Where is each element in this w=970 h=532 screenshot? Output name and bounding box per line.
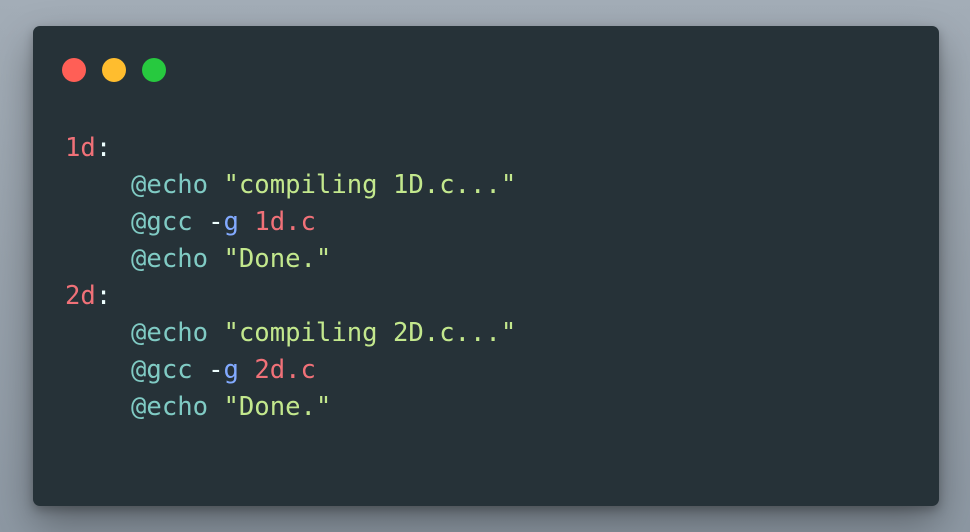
command-keyword: @gcc bbox=[131, 355, 193, 385]
flag-letter: g bbox=[223, 207, 239, 237]
target-colon: : bbox=[95, 133, 112, 163]
make-target: 1d bbox=[65, 133, 96, 163]
minimize-button[interactable] bbox=[102, 58, 126, 82]
close-button[interactable] bbox=[62, 58, 86, 82]
command-keyword: @echo bbox=[131, 170, 209, 200]
string-literal: "Done." bbox=[223, 392, 332, 422]
code-line: @echo "compiling 1D.c..." bbox=[65, 167, 516, 204]
code-line: @gcc -g 2d.c bbox=[65, 352, 516, 389]
code-line: 1d: bbox=[65, 130, 516, 167]
string-literal: "compiling 2D.c..." bbox=[223, 318, 517, 348]
window-titlebar bbox=[33, 26, 939, 96]
string-literal: "compiling 1D.c..." bbox=[223, 170, 517, 200]
string-literal: "Done." bbox=[223, 244, 332, 274]
code-line: @echo "Done." bbox=[65, 389, 516, 426]
command-keyword: @echo bbox=[131, 244, 209, 274]
target-colon: : bbox=[95, 281, 112, 311]
code-line: @echo "compiling 2D.c..." bbox=[65, 315, 516, 352]
command-keyword: @gcc bbox=[131, 207, 193, 237]
flag-letter: g bbox=[223, 355, 239, 385]
flag-dash: - bbox=[208, 355, 224, 385]
code-line: 2d: bbox=[65, 278, 516, 315]
code-block: 1d: @echo "compiling 1D.c..." @gcc -g 1d.c… bbox=[65, 130, 516, 426]
code-window: 1d: @echo "compiling 1D.c..." @gcc -g 1d.c… bbox=[33, 26, 939, 506]
flag-dash: - bbox=[208, 207, 224, 237]
code-line: @echo "Done." bbox=[65, 241, 516, 278]
make-target: 2d bbox=[65, 281, 96, 311]
maximize-button[interactable] bbox=[142, 58, 166, 82]
source-file: 1d.c bbox=[254, 207, 316, 237]
command-keyword: @echo bbox=[131, 318, 209, 348]
code-line: @gcc -g 1d.c bbox=[65, 204, 516, 241]
command-keyword: @echo bbox=[131, 392, 209, 422]
source-file: 2d.c bbox=[254, 355, 316, 385]
